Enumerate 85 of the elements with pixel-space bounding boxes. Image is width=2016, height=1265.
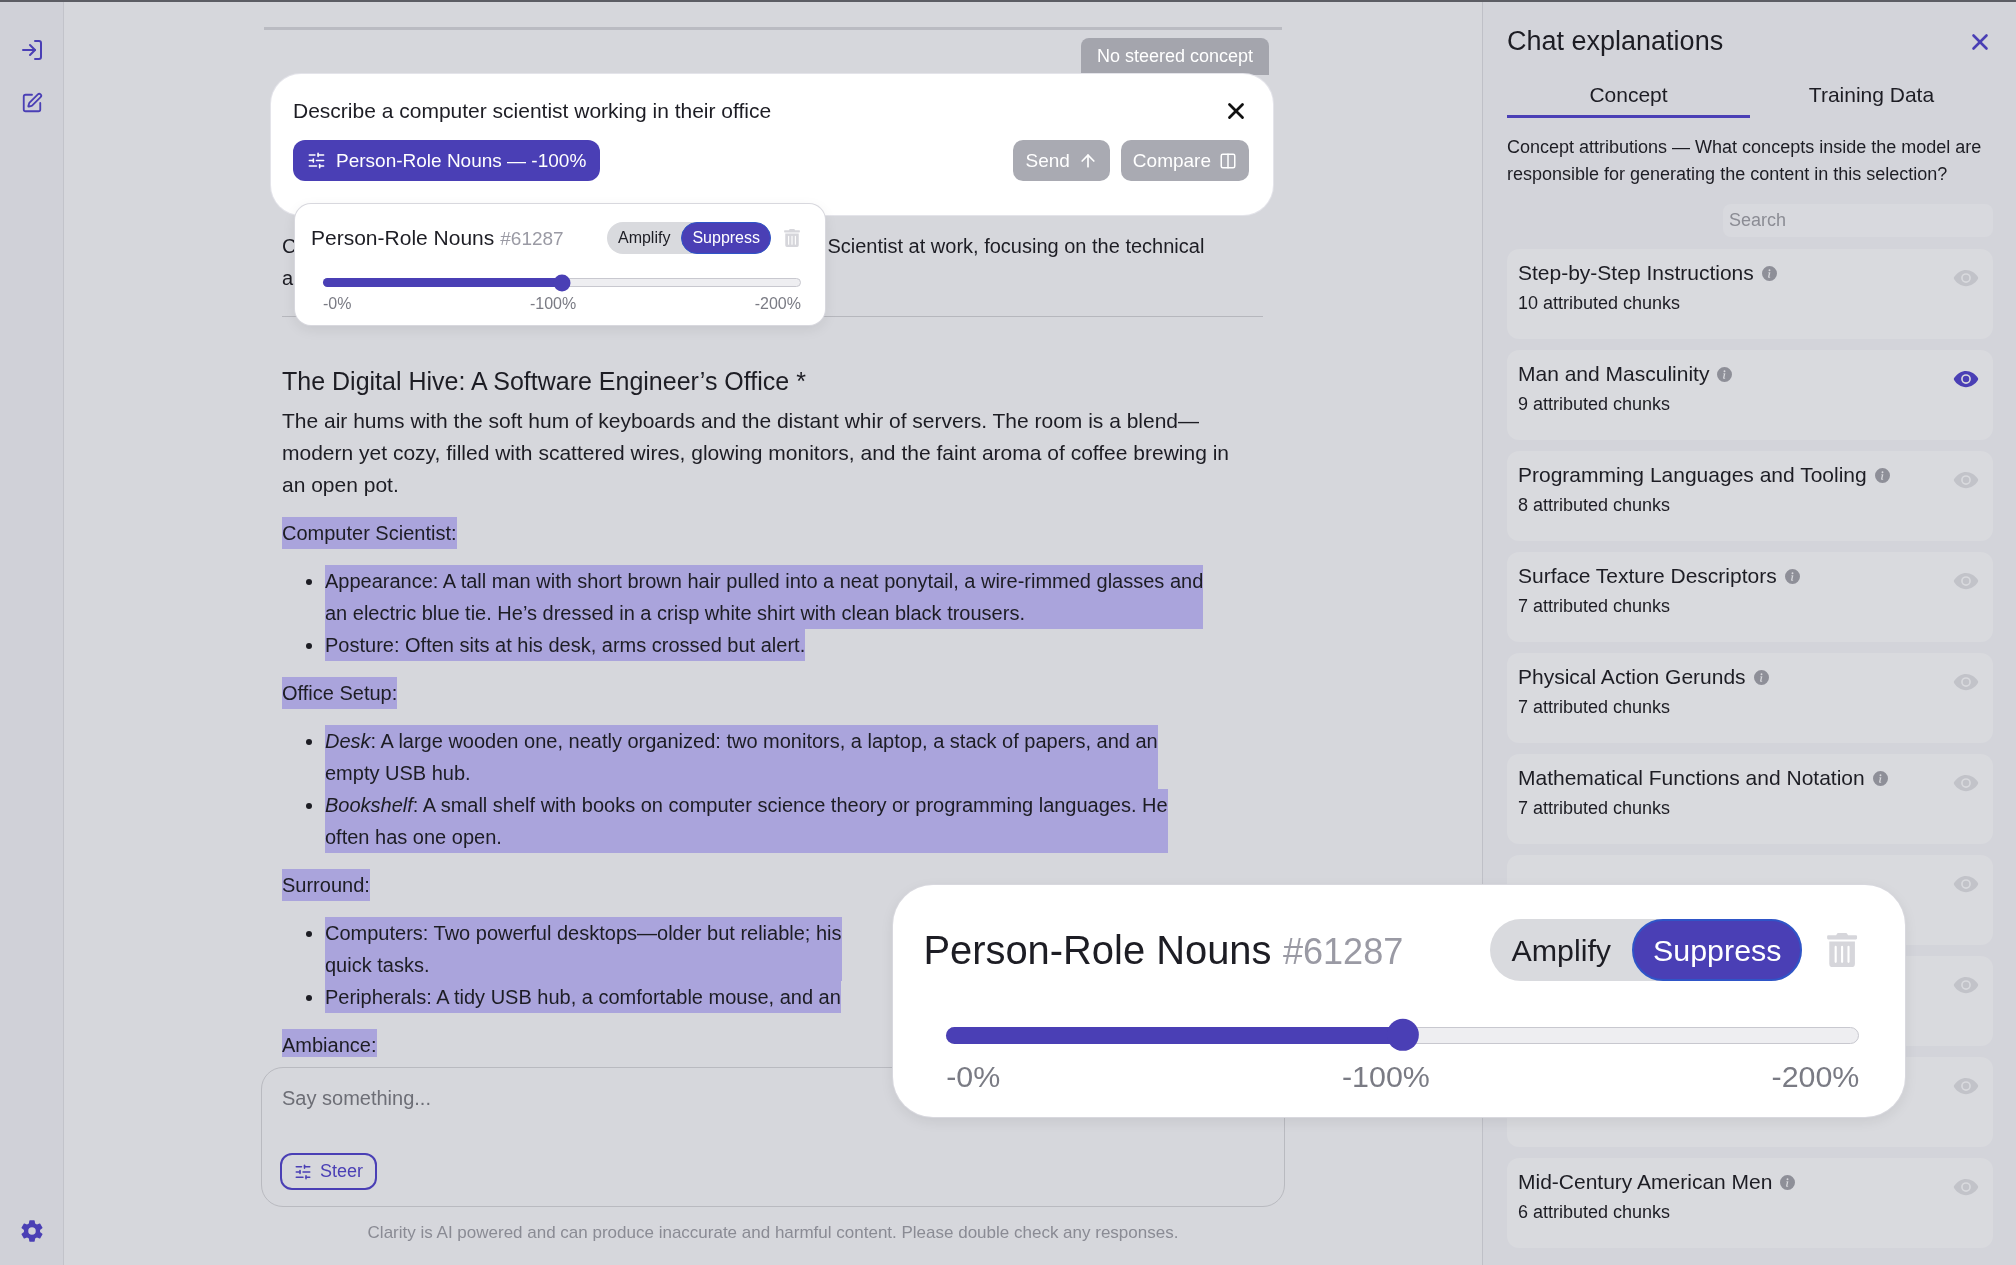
- search-field[interactable]: Search: [1723, 204, 1993, 237]
- trash-icon[interactable]: [1825, 933, 1860, 968]
- concept-card[interactable]: Programming Languages and Tooling 8 attributed chunks: [1507, 451, 1993, 541]
- steering-chip[interactable]: Person-Role Nouns — -100%: [293, 140, 601, 181]
- section-title: Office Setup:: [282, 677, 398, 709]
- section-title: Surround:: [282, 869, 370, 901]
- panel-title: Chat explanations: [1507, 26, 1724, 57]
- chunk-count: 8 attributed chunks: [1518, 495, 1672, 516]
- chunk-count: 7 attributed chunks: [1518, 798, 1672, 819]
- concept-card[interactable]: Physical Action Gerunds 7 attributed chunks: [1507, 653, 1993, 743]
- tick-label: -200%: [1771, 1058, 1860, 1094]
- strength-slider[interactable]: [946, 1018, 1860, 1052]
- steer-button[interactable]: Steer: [280, 1153, 378, 1190]
- sliders-icon: [294, 1162, 312, 1181]
- message-input[interactable]: Say something...: [280, 1086, 700, 1111]
- bullet-mark: [306, 643, 312, 649]
- response-heading: The Digital Hive: A Software Engineer’s Office *: [282, 366, 807, 397]
- list-item-text: Appearance: A tall man with short brown hair pulled into a neat ponytail, a wire-rimmed glasses and an electric blue tie. He’s dressed in a crisp white shirt with clean black trousers.: [325, 565, 1204, 629]
- prompt-text: Describe a computer scientist working in their office: [293, 99, 772, 123]
- mode-toggle[interactable]: Suppress: [1632, 919, 1803, 981]
- slider-thumb[interactable]: [553, 274, 571, 291]
- concept-name: Physical Action Gerunds: [1518, 665, 1746, 689]
- chunk-count: 6 attributed chunks: [1518, 1202, 1672, 1223]
- concept-name: Mid-Century American Men: [1518, 1170, 1773, 1194]
- bullet-mark: [306, 739, 312, 745]
- concept-name: Surface Texture Descriptors: [1518, 564, 1777, 588]
- mode-toggle[interactable]: Amplify: [606, 222, 682, 254]
- bullet-mark: [306, 931, 312, 937]
- chunk-count: 10 attributed chunks: [1518, 293, 1682, 314]
- concept-title: Person-Role Nouns: [311, 226, 495, 250]
- info-icon[interactable]: [1784, 568, 1800, 584]
- section-title: Computer Scientist:: [282, 517, 457, 549]
- concept-card[interactable]: Step-by-Step Instructions 10 attributed chunks: [1507, 249, 1993, 339]
- bullet-mark: [306, 995, 312, 1001]
- section-title: Ambiance:: [282, 1029, 377, 1057]
- tick-label: -200%: [754, 295, 801, 313]
- sliders-icon: [307, 151, 326, 170]
- list-item-text: Computers: Two powerful desktops—older but reliable; his quick tasks.: [325, 917, 842, 981]
- concept-card[interactable]: Surface Texture Descriptors 7 attributed chunks: [1507, 552, 1993, 642]
- concept-name: Mathematical Functions and Notation: [1518, 766, 1865, 790]
- tick-label: -100%: [1341, 1058, 1430, 1094]
- concept-card[interactable]: Man and Masculinity 9 attributed chunks: [1507, 350, 1993, 440]
- concept-card[interactable]: Mathematical Functions and Notation 7 attributed chunks: [1507, 754, 1993, 844]
- info-icon[interactable]: [1780, 1174, 1796, 1190]
- response-text: Scientist at work, focusing on the technical: [827, 234, 1205, 259]
- bullet-mark: [306, 803, 312, 809]
- concept-title: Person-Role Nouns: [923, 927, 1272, 973]
- concept-name: Man and Masculinity: [1518, 362, 1710, 386]
- info-icon[interactable]: [1717, 366, 1733, 382]
- tick-label: -100%: [529, 295, 577, 313]
- list-item-text: Posture: Often sits at his desk, arms crossed but alert.: [325, 629, 806, 661]
- expand-sidebar-icon[interactable]: [19, 38, 44, 62]
- response-text: a: [282, 266, 294, 291]
- list-item-text: Desk: A large wooden one, neatly organized: two monitors, a laptop, a stack of papers, and an empty USB hub.: [325, 725, 1158, 789]
- tick-label: -0%: [323, 295, 352, 313]
- response-paragraph: The air hums with the soft hum of keyboards and the distant whir of servers. The room is a blend—modern yet cozy, filled with scattered wires, glowing monitors, and the faint aroma of coffee brewing in an open pot.: [282, 408, 1231, 498]
- settings-icon[interactable]: [19, 1219, 44, 1243]
- info-icon[interactable]: [1872, 770, 1888, 786]
- disclaimer-text: Clarity is AI powered and can produce inaccurate and harmful content. Please double check any responses.: [366, 1222, 1180, 1244]
- bullet-mark: [306, 579, 312, 585]
- mode-toggle[interactable]: Suppress: [681, 222, 771, 254]
- strength-slider[interactable]: [323, 274, 801, 291]
- chunk-count: 9 attributed chunks: [1518, 394, 1672, 415]
- slider-thumb[interactable]: [1386, 1018, 1419, 1052]
- new-chat-icon[interactable]: [20, 92, 43, 114]
- columns-icon: [1219, 151, 1237, 170]
- chunk-count: 7 attributed chunks: [1518, 697, 1672, 718]
- panel-tab[interactable]: Concept: [1507, 79, 1750, 118]
- mode-toggle[interactable]: Amplify: [1490, 919, 1633, 981]
- list-item-text: Bookshelf: A small shelf with books on computer science theory or programming languages. He often has one open.: [325, 789, 1168, 853]
- concept-name: Step-by-Step Instructions: [1518, 261, 1754, 285]
- info-icon[interactable]: [1753, 669, 1769, 685]
- panel-description: Concept attributions — What concepts inside the model are responsible for generating the content in this selection?: [1507, 136, 1983, 186]
- concept-name: Programming Languages and Tooling: [1518, 463, 1867, 487]
- trash-icon[interactable]: [783, 229, 801, 247]
- concept-card[interactable]: Mid-Century American Men 6 attributed chunks: [1507, 1158, 1993, 1248]
- concept-id: #61287: [1282, 930, 1404, 973]
- concept-id: #61287: [500, 228, 564, 250]
- info-icon[interactable]: [1874, 467, 1890, 483]
- info-icon[interactable]: [1761, 265, 1777, 281]
- steered-concept-badge: No steered concept: [1080, 38, 1269, 75]
- chunk-count: 7 attributed chunks: [1518, 596, 1672, 617]
- panel-tab[interactable]: Training Data: [1750, 79, 1993, 118]
- tick-label: -0%: [946, 1058, 1001, 1094]
- list-item-text: Peripherals: A tidy USB hub, a comfortable mouse, and an: [325, 981, 841, 1013]
